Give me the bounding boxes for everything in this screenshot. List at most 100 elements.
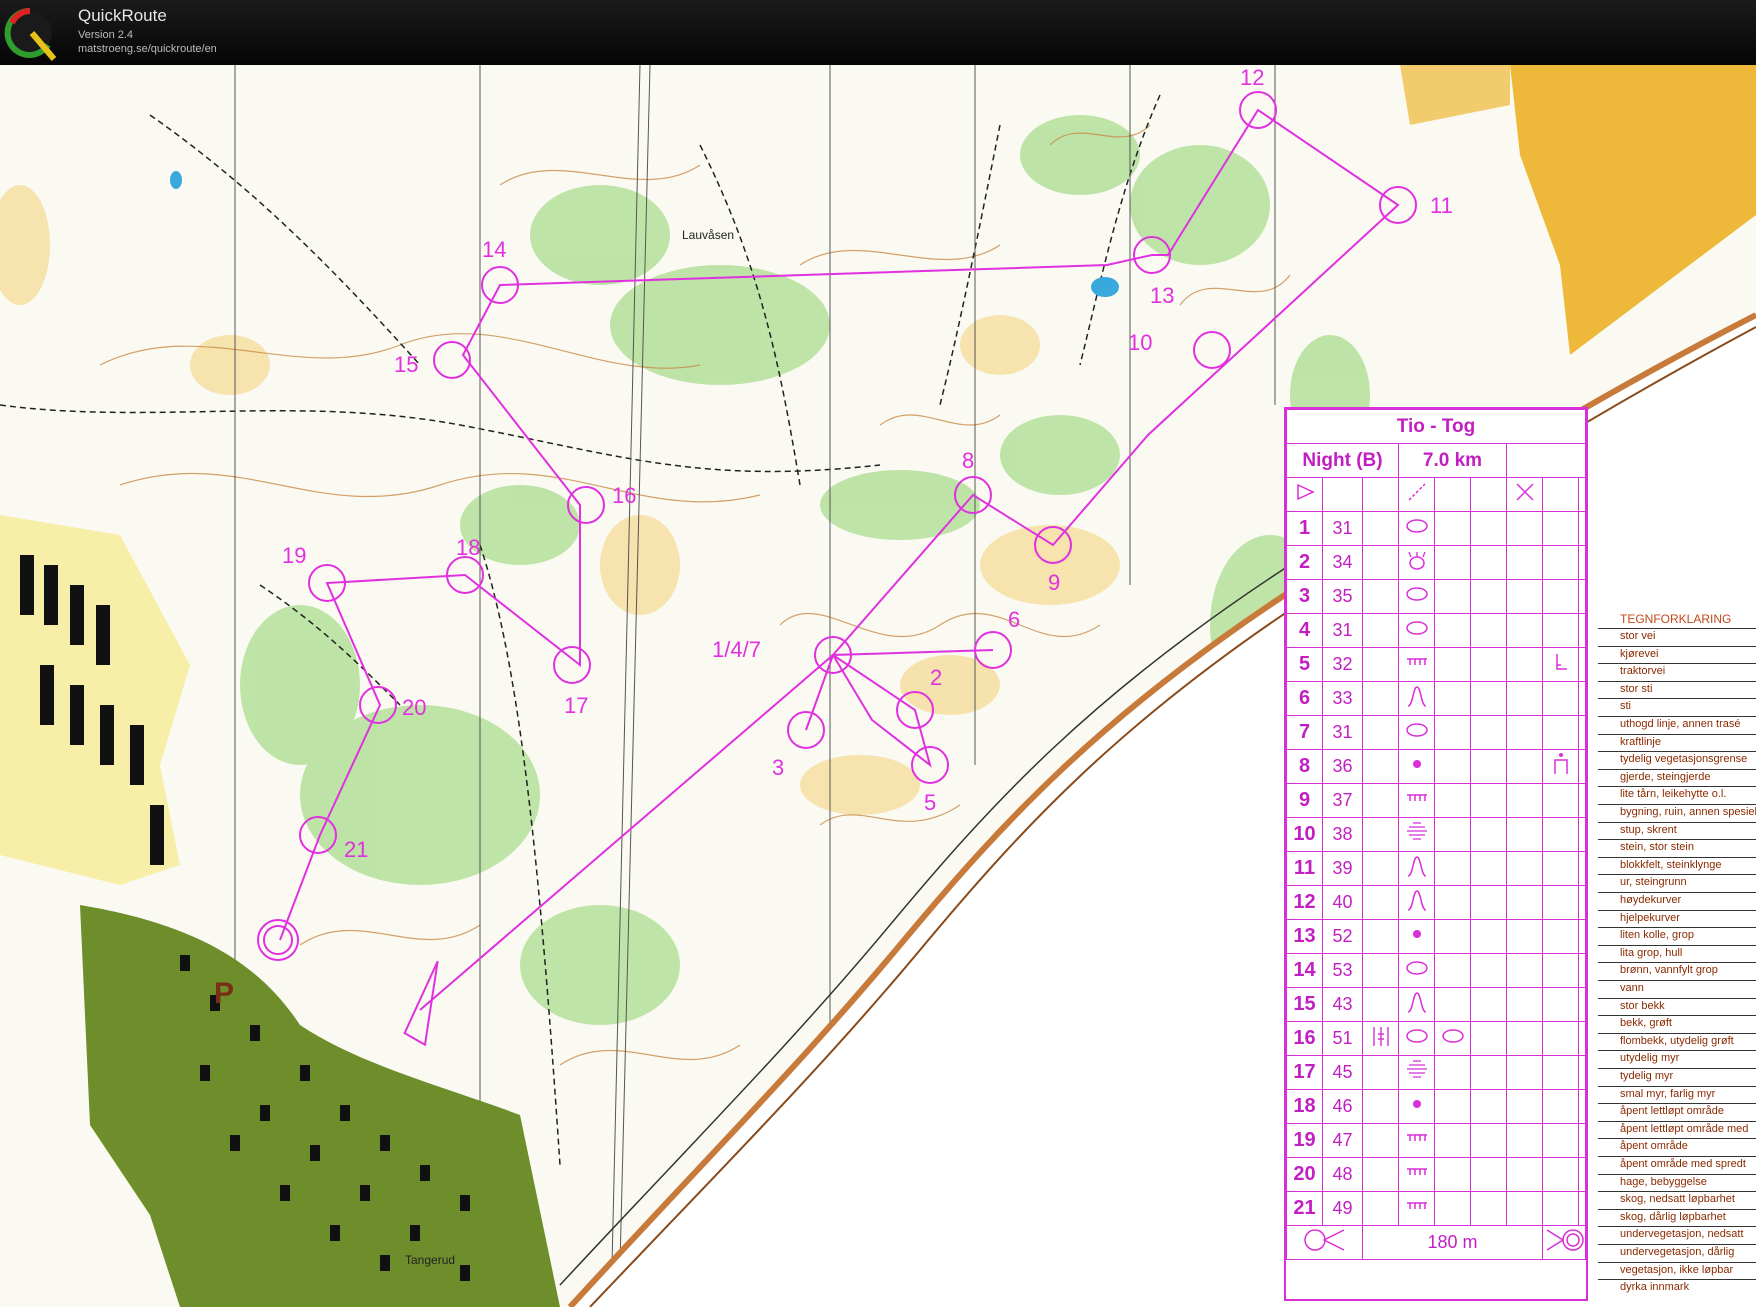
empty-cell: [1542, 885, 1579, 920]
empty-cell: [1506, 953, 1543, 988]
orienteering-map[interactable]: Lauvåsen Tangerud P 1/4/7 2 3 5 6 8 9 10…: [0, 65, 1756, 1307]
empty-cell: [1434, 579, 1471, 614]
control-code: 46: [1322, 1089, 1363, 1124]
empty-cell: [1362, 885, 1399, 920]
legend-item: tydelig vegetasjonsgrense: [1598, 751, 1756, 769]
app-title: QuickRoute: [78, 6, 167, 25]
fence-icon: [1398, 647, 1435, 682]
empty-cell: [1470, 613, 1507, 648]
legend-item-label: åpent område med spredt: [1620, 1158, 1746, 1170]
legend-item: uthogd linje, annen trasé: [1598, 716, 1756, 734]
empty-cell: [1434, 817, 1471, 852]
empty-cell: [1542, 783, 1579, 818]
between-icon: [1362, 1021, 1399, 1056]
control-number: 18: [1286, 1089, 1323, 1124]
legend-item-label: stor sti: [1620, 682, 1653, 695]
control-description-row: 7 31: [1286, 715, 1586, 750]
empty-cell: [1506, 783, 1543, 818]
empty-cell: [1506, 545, 1543, 580]
legend-item-label: sti: [1620, 700, 1631, 713]
empty-cell: [1470, 851, 1507, 886]
start-triangle-icon: [1286, 477, 1323, 512]
course-length: 7.0 km: [1398, 443, 1507, 478]
knoll-icon: [1398, 885, 1435, 920]
legend-item-label: stor bekk: [1620, 999, 1665, 1012]
legend-item: utydelig myr: [1598, 1050, 1756, 1068]
legend-item: vegetasjon, ikke løpbar: [1598, 1261, 1756, 1280]
empty-cell: [1434, 1055, 1471, 1090]
empty-cell: [1434, 783, 1471, 818]
lines-icon: [1398, 817, 1435, 852]
legend-item: stein, stor stein: [1598, 839, 1756, 857]
empty-cell: [1434, 953, 1471, 988]
legend-item-label: skog, dårlig løpbarhet: [1620, 1210, 1726, 1223]
control-label-5: 5: [924, 790, 937, 815]
empty-cell: [1470, 1055, 1507, 1090]
empty-cell: [1578, 1157, 1586, 1192]
empty-cell: [1362, 783, 1399, 818]
legend-title: TEGNFORKLARING: [1620, 612, 1732, 626]
control-code: 47: [1322, 1123, 1363, 1158]
empty-cell: [1362, 919, 1399, 954]
empty-cell: [1362, 1055, 1399, 1090]
knoll-icon: [1398, 681, 1435, 716]
empty-cell: [1362, 1157, 1399, 1192]
empty-cell: [1434, 851, 1471, 886]
empty-cell: [1506, 885, 1543, 920]
control-description-row: 19 47: [1286, 1123, 1586, 1158]
empty-cell: [1578, 783, 1586, 818]
empty-cell: [1470, 681, 1507, 716]
place-name-tangerud: Tangerud: [405, 1253, 456, 1267]
legend-item: hjelpekurver: [1598, 909, 1756, 928]
empty-cell: [1578, 817, 1586, 852]
legend-item: ur, steingrunn: [1598, 874, 1756, 892]
control-code: 45: [1322, 1055, 1363, 1090]
legend-item: brønn, vannfylt grop: [1598, 962, 1756, 980]
empty-cell: [1434, 1157, 1471, 1192]
empty-cell: [1506, 851, 1543, 886]
control-code: 31: [1322, 613, 1363, 648]
ellipse-icon: [1434, 1021, 1471, 1056]
legend-item: høydekurver: [1598, 892, 1756, 910]
empty-cell: [1362, 817, 1399, 852]
empty-cell: [1578, 681, 1586, 716]
ellipse-icon: [1398, 579, 1435, 614]
empty-cell: [1470, 1021, 1507, 1056]
legend-item-label: tydelig myr: [1620, 1070, 1674, 1082]
empty-cell: [1506, 715, 1543, 750]
empty-cell: [1578, 647, 1586, 682]
control-label-10: 10: [1128, 330, 1153, 355]
empty-cell: [1362, 579, 1399, 614]
legend-item-label: åpent område: [1620, 1140, 1688, 1153]
empty-cell: [1506, 1055, 1543, 1090]
control-code: 49: [1322, 1191, 1363, 1226]
legend-item: undervegetasjon, dårlig: [1598, 1244, 1756, 1262]
control-label-20: 20: [402, 695, 427, 720]
empty-cell: [1542, 851, 1579, 886]
empty-cell: [1578, 1089, 1586, 1124]
empty-cell: [1434, 545, 1471, 580]
empty-cell: [1362, 851, 1399, 886]
control-number: 1: [1286, 511, 1323, 546]
empty-cell: [1434, 613, 1471, 648]
control-label-21: 21: [344, 837, 369, 862]
app-url[interactable]: matstroeng.se/quickroute/en: [78, 43, 217, 55]
legend-item: sti: [1598, 698, 1756, 716]
empty-cell: [1362, 1191, 1399, 1226]
legend-item-label: skog, nedsatt løpbarhet: [1620, 1193, 1735, 1206]
legend-item: stor sti: [1598, 680, 1756, 699]
control-code: 40: [1322, 885, 1363, 920]
legend-item-label: høydekurver: [1620, 894, 1682, 906]
control-description-row: 1 31: [1286, 511, 1586, 546]
control-number: 3: [1286, 579, 1323, 614]
empty-cell: [1470, 885, 1507, 920]
empty-cell: [1542, 987, 1579, 1022]
empty-cell: [1434, 681, 1471, 716]
legend-item: vann: [1598, 980, 1756, 998]
legend-item-label: liten kolle, grop: [1620, 929, 1694, 942]
finish-funnel-icon: [1286, 1225, 1363, 1260]
crossing-line-icon: [1398, 477, 1435, 512]
empty-cell: [1506, 749, 1543, 784]
control-number: 17: [1286, 1055, 1323, 1090]
empty-cell: [1434, 1089, 1471, 1124]
